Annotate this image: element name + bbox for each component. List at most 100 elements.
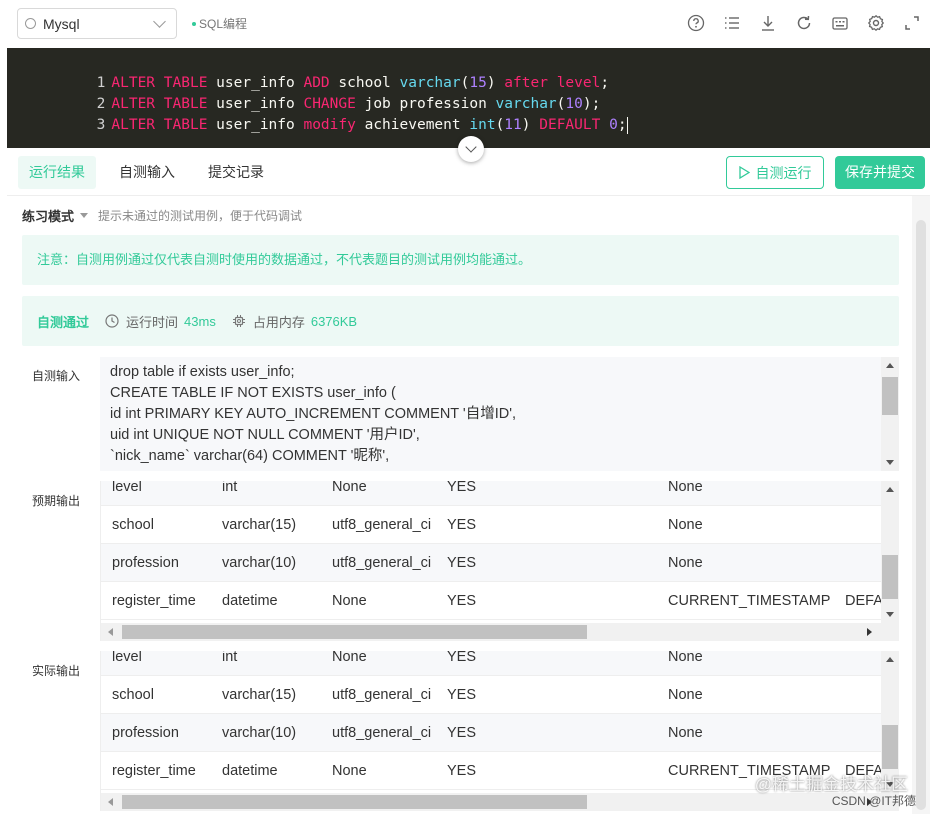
download-icon[interactable] [758,13,778,33]
tab-result[interactable]: 运行结果 [18,156,96,189]
scroll-up-icon[interactable] [886,657,894,662]
code-token: ( [495,117,505,133]
scroll-right-icon[interactable] [867,628,872,636]
table-cell: varchar(10) [222,725,297,741]
scroll-down-icon[interactable] [886,460,894,465]
help-icon[interactable] [686,13,706,33]
collapse-editor-button[interactable] [458,136,484,162]
code-token: ; [600,75,610,91]
database-icon [25,18,36,29]
memory-label: 占用内存 [252,314,305,330]
scrollbar-thumb[interactable] [122,625,587,639]
settings-icon[interactable] [866,13,886,33]
toolbar [670,13,922,33]
code-type: int [469,117,496,133]
play-icon [738,166,750,179]
chevron-down-icon [153,15,166,28]
scrollbar-thumb[interactable] [916,220,926,810]
scroll-down-icon[interactable] [886,612,894,617]
chip-icon [232,315,245,327]
table-row: school varchar(15) utf8_general_ci YES None [101,676,882,714]
expected-output-label: 预期输出 [32,494,81,508]
run-button-label: 自测运行 [755,164,812,181]
page-scrollbar[interactable] [912,196,930,814]
table-cell: utf8_general_ci [332,687,432,703]
table-horizontal-scrollbar[interactable] [101,623,899,641]
database-select-value: Mysql [43,15,80,32]
custom-input-box[interactable]: drop table if exists user_info; CREATE T… [100,357,899,471]
table-cell: datetime [222,763,278,779]
code-number: 0 [609,117,618,133]
scrollbar-thumb[interactable] [882,377,898,415]
tab-custom-input[interactable]: 自测输入 [108,156,186,189]
status-badge: 自测通过 [37,314,90,330]
run-button[interactable]: 自测运行 [726,156,824,189]
code-keyword: modify [303,117,356,133]
refresh-icon[interactable] [794,13,814,33]
table-row: school varchar(15) utf8_general_ci YES None [101,506,882,544]
list-icon[interactable] [722,13,742,33]
input-line: uid int UNIQUE NOT NULL COMMENT '用户ID', [110,427,420,443]
code-line-1: 1 ALTER TABLE user_info ADD school varcha… [7,52,609,91]
runtime-label: 运行时间 [126,314,179,330]
table-cell: YES [447,555,477,571]
memory-stat: 占用内存 6376KB [232,312,357,331]
table-cell: register_time [112,593,196,609]
practice-mode-select[interactable]: 练习模式 [22,206,74,225]
keyboard-icon[interactable] [830,13,850,33]
fullscreen-icon[interactable] [902,13,922,33]
code-keyword: ALTER [111,117,156,133]
table-cell: None [332,763,367,779]
scroll-left-icon[interactable] [108,798,113,806]
table-cell: utf8_general_ci [332,555,432,571]
code-text: ALTER TABLE user_info modify achievement… [111,117,626,133]
table-cell: YES [447,763,477,779]
scroll-up-icon[interactable] [886,363,894,368]
table-cell: level [112,481,142,495]
table-cell: YES [447,517,477,533]
table-cell: YES [447,687,477,703]
app-root: Mysql SQL编程 1 ALTER TABLE user_info ADD … [0,0,930,814]
runtime-stat: 运行时间 43ms [105,312,216,331]
table-cell: None [332,651,367,665]
table-row: level int None YES None [101,651,882,676]
code-token: user_info [207,117,304,133]
caret-down-icon[interactable] [80,212,89,218]
expected-output-table[interactable]: register_time datetime None YES CURRENT_TIME… [100,481,899,641]
table-cell: datetime [222,593,278,609]
table-cell: utf8_general_ci [332,725,432,741]
scroll-up-icon[interactable] [886,487,894,492]
table-cell: int [222,481,238,495]
code-editor[interactable]: 1 ALTER TABLE user_info ADD school varcha… [7,48,930,148]
notice-banner: 注意：自测用例通过仅代表自测时使用的数据通过，不代表题目的测试用例均能通过。 [22,235,899,285]
custom-input-label: 自测输入 [32,369,81,383]
input-vertical-scrollbar[interactable] [881,357,899,471]
tab-submit-history[interactable]: 提交记录 [197,156,275,189]
scrollbar-thumb[interactable] [882,725,898,769]
table-vertical-scrollbar[interactable] [881,481,899,623]
table-cell: None [668,517,703,533]
scrollbar-thumb[interactable] [882,555,898,599]
scroll-left-icon[interactable] [108,628,113,636]
text-cursor [626,116,628,134]
table-cell: int [222,651,238,665]
table-cell: YES [447,725,477,741]
table-cell: varchar(10) [222,555,297,571]
table-horizontal-scrollbar[interactable] [101,793,899,811]
scrollbar-thumb[interactable] [122,795,587,809]
table-cell: YES [447,593,477,609]
input-line: drop table if exists user_info; [110,364,295,380]
table-row: level int None YES None [101,481,882,506]
database-select[interactable]: Mysql [17,8,177,39]
save-submit-button[interactable]: 保存并提交 [835,156,925,189]
code-token: ; [617,117,627,133]
code-number: 11 [504,117,522,133]
practice-mode-row: 练习模式 提示未通过的测试用例，便于代码调试 [22,205,302,225]
table-row: profession varchar(10) utf8_general_ci YES N… [101,714,882,752]
table-cell: CURRENT_TIMESTAMP [668,593,831,609]
mode-dot-icon [192,21,196,26]
table-cell: YES [447,481,477,495]
table-cell: None [668,725,703,741]
